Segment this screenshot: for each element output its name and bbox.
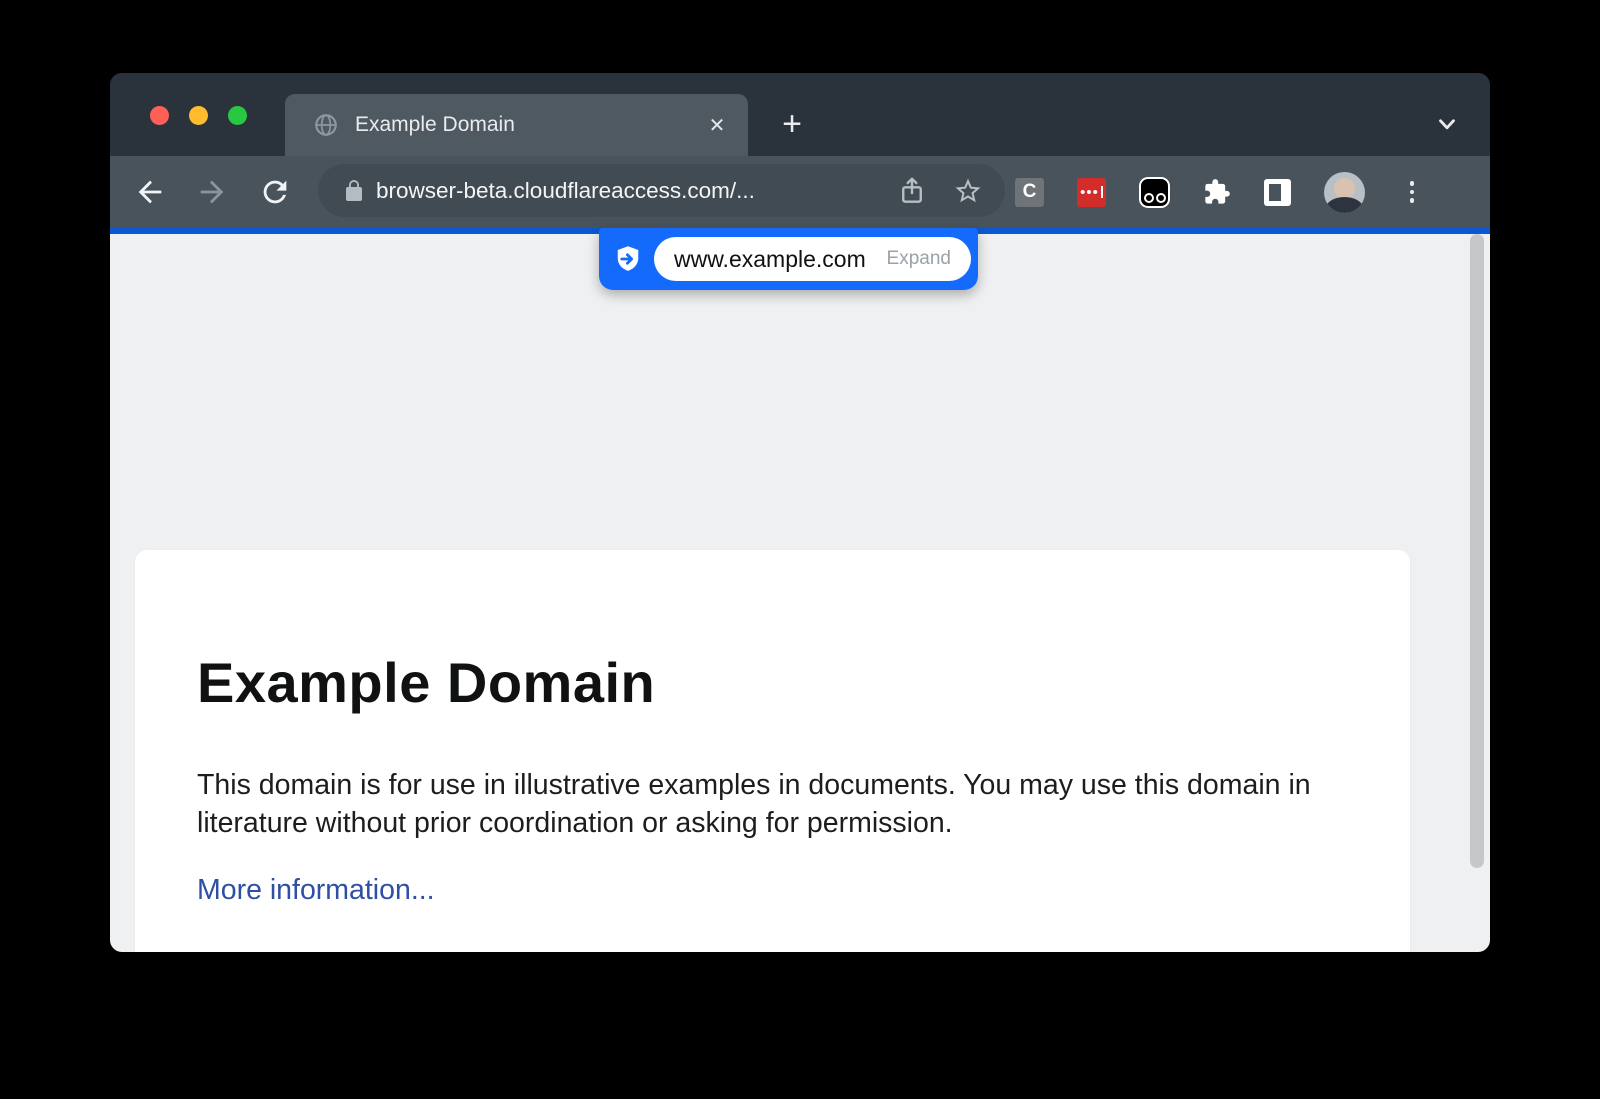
extensions-area: C ••• [1015,156,1426,228]
content-card: Example Domain This domain is for use in… [135,550,1410,952]
tab-title: Example Domain [355,113,700,137]
profile-avatar[interactable] [1324,172,1365,213]
window-close-button[interactable] [150,106,169,125]
address-bar[interactable]: browser-beta.cloudflareaccess.com/... [318,164,1005,217]
camera-extension-icon[interactable] [1139,177,1170,208]
lastpass-extension-icon[interactable]: ••• [1077,178,1106,207]
tab-strip: Example Domain ✕ + [110,73,1490,156]
page-viewport: Example Domain This domain is for use in… [110,234,1490,952]
browser-toolbar: browser-beta.cloudflareaccess.com/... C … [110,156,1490,228]
side-panel-icon[interactable] [1264,179,1291,206]
lock-icon[interactable] [342,179,366,203]
browser-window: Example Domain ✕ + browser-beta.cloudfla… [110,73,1490,952]
more-information-link[interactable]: More information... [197,874,435,907]
chrome-menu-icon[interactable] [1398,181,1426,203]
bookmark-star-icon[interactable] [953,176,983,206]
isolated-domain-text: www.example.com [674,246,887,273]
page-title: Example Domain [197,650,655,715]
extensions-puzzle-icon[interactable] [1203,178,1231,206]
expand-button[interactable]: Expand [887,248,951,270]
browser-tab[interactable]: Example Domain ✕ [285,94,748,156]
back-icon[interactable] [133,175,167,209]
shield-arrow-icon [613,244,643,274]
tab-close-icon[interactable]: ✕ [700,108,734,142]
url-text[interactable]: browser-beta.cloudflareaccess.com/... [376,178,897,204]
isolation-url-pill[interactable]: www.example.com Expand [599,228,978,290]
vertical-scrollbar[interactable] [1470,234,1484,868]
tab-search-chevron-icon[interactable] [1434,111,1460,137]
reload-icon[interactable] [258,175,292,209]
isolated-domain-field[interactable]: www.example.com Expand [654,237,971,281]
globe-favicon-icon [313,112,339,138]
share-icon[interactable] [897,176,927,206]
window-minimize-button[interactable] [189,106,208,125]
new-tab-button[interactable]: + [774,106,810,142]
window-zoom-button[interactable] [228,106,247,125]
forward-icon[interactable] [195,175,229,209]
page-body-text: This domain is for use in illustrative e… [197,766,1347,842]
clickup-extension-icon[interactable]: C [1015,178,1044,207]
